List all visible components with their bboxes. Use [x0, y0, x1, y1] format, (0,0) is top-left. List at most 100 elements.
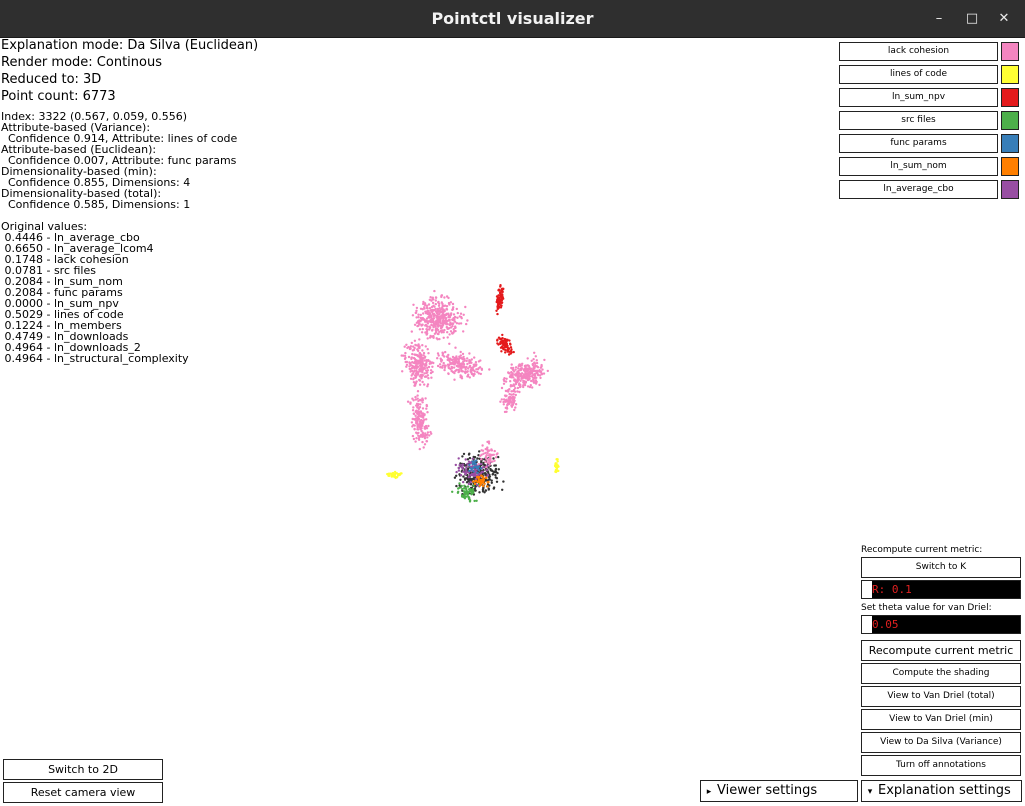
legend-label: lines of code [839, 65, 998, 84]
legend-item[interactable]: ln_sum_npv [839, 88, 1021, 107]
data-point [418, 406, 422, 409]
data-point [410, 421, 414, 424]
data-point [436, 308, 439, 312]
reset-camera-button[interactable]: Reset camera view [3, 782, 163, 803]
data-point [428, 311, 431, 314]
data-point [426, 325, 429, 328]
data-point [517, 367, 520, 370]
data-point [514, 382, 518, 386]
legend-item[interactable]: lines of code [839, 65, 1021, 84]
data-point [477, 480, 481, 483]
data-point [451, 490, 454, 493]
data-point [487, 440, 491, 443]
data-point [433, 289, 436, 293]
data-point [455, 474, 458, 477]
data-point [457, 322, 461, 325]
data-point [526, 357, 529, 360]
data-point [422, 446, 425, 449]
legend-label: func params [839, 134, 998, 153]
data-point [428, 328, 431, 331]
switch-to-2d-button[interactable]: Switch to 2D [3, 759, 163, 780]
data-point [543, 358, 546, 362]
data-point [411, 352, 414, 356]
data-point [426, 337, 429, 340]
data-point [514, 393, 517, 397]
data-point [519, 368, 523, 372]
data-point [420, 412, 424, 415]
data-point [470, 492, 474, 495]
data-point [453, 362, 457, 365]
legend-item[interactable]: func params [839, 134, 1021, 153]
minimize-button[interactable]: – [924, 0, 954, 37]
data-point [481, 444, 484, 447]
legend-item[interactable]: ln_average_cbo [839, 180, 1021, 199]
data-point [458, 355, 461, 358]
data-point [414, 364, 418, 367]
data-point [467, 482, 471, 486]
data-point [432, 361, 435, 365]
view-van-driel-min-button[interactable]: View to Van Driel (min) [861, 709, 1021, 730]
data-point [459, 312, 463, 315]
data-point [423, 372, 426, 375]
data-point [433, 305, 436, 308]
data-point [439, 327, 443, 330]
point-cloud-canvas[interactable] [370, 270, 600, 520]
data-point [454, 463, 457, 467]
maximize-button[interactable]: □ [957, 0, 987, 37]
data-point [535, 380, 538, 384]
data-point [527, 367, 531, 371]
data-point [516, 376, 519, 379]
data-point [482, 479, 485, 482]
viewer-settings-toggle[interactable]: ▸ Viewer settings [700, 780, 858, 802]
data-point [540, 372, 544, 376]
theta-input[interactable] [872, 616, 1018, 633]
data-point [455, 307, 458, 311]
legend-swatch [1001, 111, 1019, 130]
data-point [467, 373, 470, 376]
legend-item[interactable]: src files [839, 111, 1021, 130]
data-point [420, 429, 423, 433]
data-point [422, 351, 426, 355]
reduced-to-text: Reduced to: 3D [1, 72, 102, 87]
data-point [505, 344, 508, 347]
viewer-settings-label: Viewer settings [717, 783, 818, 798]
legend-item[interactable]: lack cohesion [839, 42, 1021, 61]
data-point [522, 373, 526, 377]
compute-shading-button[interactable]: Compute the shading [861, 663, 1021, 684]
view-da-silva-variance-button[interactable]: View to Da Silva (Variance) [861, 732, 1021, 753]
data-point [411, 361, 414, 364]
theta-field[interactable] [861, 615, 1021, 634]
recompute-metric-button[interactable]: Recompute current metric [861, 640, 1021, 661]
switch-to-k-button[interactable]: Switch to K [861, 557, 1021, 578]
data-point [452, 366, 456, 369]
data-point [497, 468, 500, 471]
data-point [426, 348, 429, 351]
k-value-input[interactable] [872, 581, 1018, 598]
data-point [477, 372, 481, 375]
view-van-driel-total-button[interactable]: View to Van Driel (total) [861, 686, 1021, 707]
data-point [495, 477, 499, 480]
explanation-settings-toggle[interactable]: ▾ Explanation settings [861, 780, 1022, 802]
legend-item[interactable]: ln_sum_nom [839, 157, 1021, 176]
data-point [415, 437, 418, 440]
data-point [519, 379, 522, 382]
close-button[interactable]: ✕ [989, 0, 1019, 37]
data-point [512, 376, 515, 379]
data-point [410, 341, 413, 345]
data-point [458, 463, 461, 467]
data-point [495, 309, 498, 312]
data-point [499, 400, 502, 403]
data-point [482, 452, 485, 455]
data-point [427, 352, 430, 355]
data-point [530, 359, 533, 362]
collapsed-arrow-icon: ▸ [706, 787, 712, 797]
data-point [504, 380, 508, 383]
data-point [449, 326, 453, 329]
turn-off-annotations-button[interactable]: Turn off annotations [861, 755, 1021, 776]
data-point [460, 362, 464, 365]
data-point [465, 465, 468, 468]
data-point [423, 383, 426, 386]
data-point [473, 460, 476, 463]
k-value-field[interactable] [861, 580, 1021, 599]
data-point [482, 463, 485, 466]
